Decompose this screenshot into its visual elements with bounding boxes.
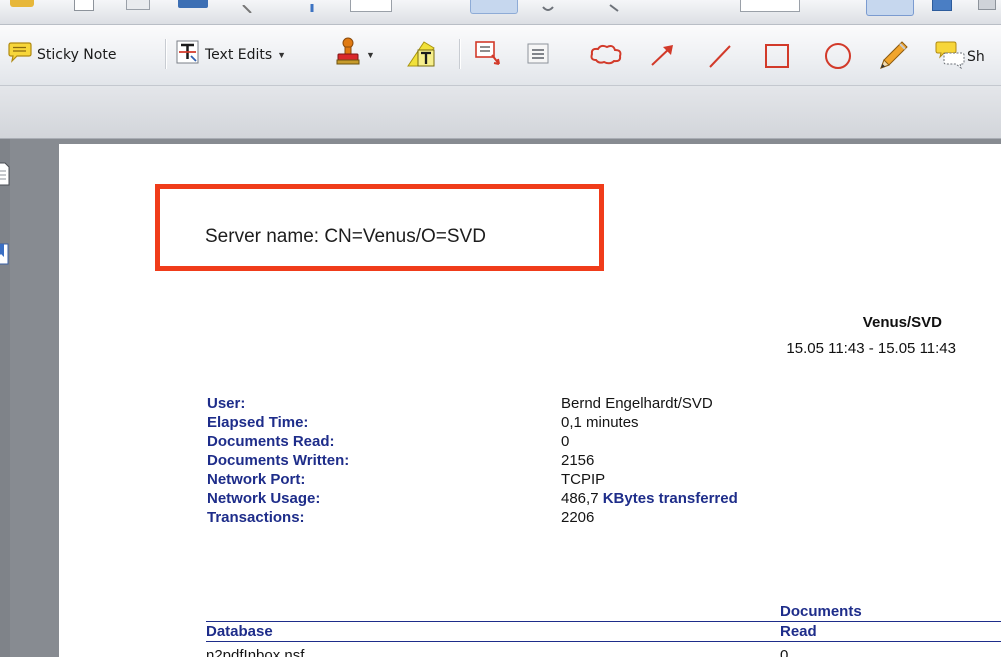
select-tool-icon[interactable] [470, 0, 518, 14]
stat-label: Network Port: [207, 471, 306, 488]
comment-toolbar: Sticky Note Text Edits ▼ ▼ Sh [0, 25, 1001, 86]
stat-row: User: Bernd Engelhardt/SVD [207, 395, 987, 414]
zoom-input[interactable] [740, 0, 800, 12]
report-title: Venus/SVD [862, 314, 942, 331]
text-edits-dropdown-icon[interactable]: ▼ [277, 50, 286, 60]
highlight-text-icon [404, 38, 438, 73]
navigation-panel [0, 139, 10, 657]
stat-row: Network Port: TCPIP [207, 471, 987, 490]
email-icon[interactable] [178, 0, 208, 8]
rectangle-tool-button[interactable] [764, 43, 790, 74]
cloud-icon [589, 43, 623, 70]
rectangle-icon [764, 43, 790, 74]
fit-page-icon[interactable] [866, 0, 914, 16]
report-time-range: 15.05 11:43 - 15.05 11:43 [786, 340, 956, 357]
text-edits-icon [176, 40, 200, 70]
open-folder-icon[interactable] [10, 0, 34, 7]
show-comments-icon [934, 39, 966, 74]
table-cell-database: n2pdfInbox.nsf [206, 647, 305, 657]
sticky-note-button[interactable]: Sticky Note [8, 41, 116, 68]
stat-row: Elapsed Time: 0,1 minutes [207, 414, 987, 433]
arrow-icon [649, 42, 677, 73]
arrow-tool-button[interactable] [649, 42, 677, 73]
table-rule [206, 641, 1001, 642]
table-cell-documents-read: 0 [780, 647, 789, 657]
table-header-database: Database [206, 623, 273, 640]
pages-panel-icon[interactable] [0, 161, 10, 192]
stat-value: TCPIP [561, 471, 606, 488]
stat-row: Network Usage: 486,7 KBytes transferred [207, 490, 987, 509]
hand-tool-icon[interactable] [541, 0, 555, 11]
stat-label: Documents Written: [207, 452, 350, 469]
fit-width-icon[interactable] [932, 0, 952, 11]
stat-label: Elapsed Time: [207, 414, 309, 431]
stat-value: 0 [561, 433, 570, 450]
next-page-icon[interactable] [306, 0, 318, 12]
table-header-documents: Documents [780, 603, 862, 620]
stamp-dropdown-icon[interactable]: ▼ [366, 50, 375, 60]
database-table: Documents Database Read n2pdfInbox.nsf 0 [206, 603, 1001, 657]
bookmarks-panel-icon[interactable] [0, 242, 10, 271]
stat-row: Documents Read: 0 [207, 433, 987, 452]
pdf-page: Server name: CN=Venus/O=SVD Venus/SVD 15… [59, 144, 1001, 657]
document-viewer[interactable]: Server name: CN=Venus/O=SVD Venus/SVD 15… [0, 139, 1001, 657]
statistics-list: User: Bernd Engelhardt/SVD Elapsed Time:… [207, 395, 987, 528]
top-toolbar-strip [0, 0, 1001, 25]
zoom-out-icon[interactable] [608, 0, 620, 12]
sticky-note-icon [8, 41, 32, 68]
stat-value: 2206 [561, 509, 595, 526]
page-number-input[interactable] [350, 0, 392, 12]
show-label: Sh [967, 48, 985, 65]
print-icon[interactable] [126, 0, 150, 10]
read-mode-icon[interactable] [978, 0, 996, 10]
show-comments-button[interactable]: Sh [934, 39, 985, 74]
stat-label: Network Usage: [207, 490, 321, 507]
toolbar-separator [459, 39, 461, 69]
stat-value: 486,7 KBytes transferred [561, 490, 738, 507]
table-rule [206, 621, 1001, 622]
text-box-button[interactable] [474, 40, 504, 73]
stat-unit: KBytes transferred [602, 490, 738, 507]
line-tool-button[interactable] [707, 43, 733, 74]
stat-label: User: [207, 395, 246, 412]
stamp-icon [335, 37, 361, 72]
toolbar-separator [165, 39, 167, 69]
text-edits-button[interactable]: Text Edits ▼ [176, 40, 286, 70]
stat-value: 2156 [561, 452, 595, 469]
text-lines-icon [526, 42, 550, 71]
text-edits-label: Text Edits [205, 47, 273, 63]
stat-label: Transactions: [207, 509, 305, 526]
table-header-read: Read [780, 623, 817, 640]
highlight-text-button[interactable] [404, 38, 438, 73]
previous-page-icon[interactable] [240, 0, 254, 14]
stat-value: 0,1 minutes [561, 414, 639, 431]
stat-value: Bernd Engelhardt/SVD [561, 395, 713, 412]
line-icon [707, 43, 733, 74]
pencil-icon [876, 39, 910, 78]
stamp-button[interactable]: ▼ [335, 37, 375, 72]
text-box-icon [474, 40, 504, 73]
secondary-toolbar [0, 86, 1001, 139]
text-callout-button[interactable] [526, 42, 550, 71]
stat-row: Transactions: 2206 [207, 509, 987, 528]
stat-row: Documents Written: 2156 [207, 452, 987, 471]
page-icon[interactable] [74, 0, 94, 11]
server-name-text: Server name: CN=Venus/O=SVD [205, 226, 486, 247]
sticky-note-label: Sticky Note [37, 46, 117, 63]
oval-icon [824, 42, 852, 75]
cloud-tool-button[interactable] [589, 43, 623, 70]
pencil-tool-button[interactable] [876, 39, 910, 78]
oval-tool-button[interactable] [824, 42, 852, 75]
stat-label: Documents Read: [207, 433, 335, 450]
